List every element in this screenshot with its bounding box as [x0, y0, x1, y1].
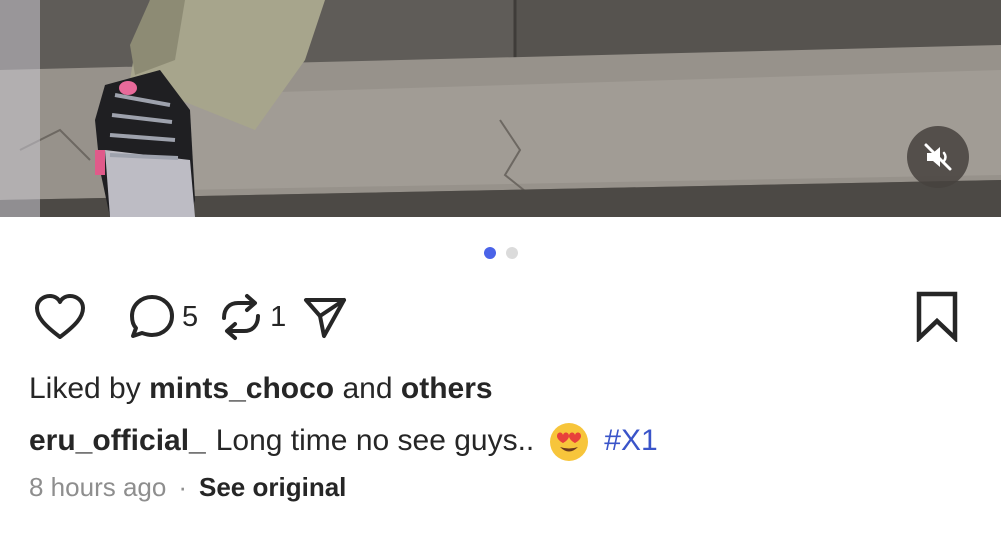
likes-connector: and: [342, 372, 393, 405]
send-icon: [304, 298, 347, 338]
post-caption: eru_official_ Long time no see guys.. #X…: [29, 420, 658, 462]
liked-by-others[interactable]: others: [401, 372, 493, 405]
carousel-indicator: [0, 247, 1001, 259]
post-meta: 8 hours ago · See original: [29, 472, 346, 503]
comment-icon: [130, 295, 174, 338]
mute-toggle-button[interactable]: [907, 126, 969, 188]
carousel-dot: [505, 247, 518, 259]
caption-hashtag-link[interactable]: #X1: [604, 424, 657, 458]
like-button[interactable]: [34, 293, 86, 341]
share-button[interactable]: [302, 294, 348, 340]
comment-count: 5: [182, 300, 199, 333]
repost-count: 1: [270, 300, 287, 333]
meta-separator: ·: [178, 472, 187, 502]
likes-prefix: Liked by: [29, 372, 141, 405]
repost-button[interactable]: 1: [218, 292, 286, 342]
heart-eyes-emoji-icon: [548, 421, 590, 463]
save-button[interactable]: [912, 290, 962, 347]
liked-by-username[interactable]: mints_choco: [149, 372, 334, 405]
post-photo: [0, 0, 1001, 217]
repost-icon: [222, 294, 261, 340]
likes-summary[interactable]: Liked by mints_choco and others: [29, 372, 493, 406]
bookmark-icon: [916, 291, 958, 344]
post-media[interactable]: [0, 0, 1001, 217]
carousel-dot-active: [483, 247, 496, 259]
speaker-muted-icon: [924, 143, 952, 171]
see-original-link[interactable]: See original: [199, 472, 346, 503]
caption-username[interactable]: eru_official_: [29, 424, 206, 458]
post-timestamp: 8 hours ago: [29, 472, 167, 502]
comment-button[interactable]: 5: [128, 293, 198, 341]
caption-text: Long time no see guys..: [215, 424, 535, 457]
heart-icon: [35, 294, 85, 339]
post-action-bar: 5 1: [34, 290, 348, 344]
